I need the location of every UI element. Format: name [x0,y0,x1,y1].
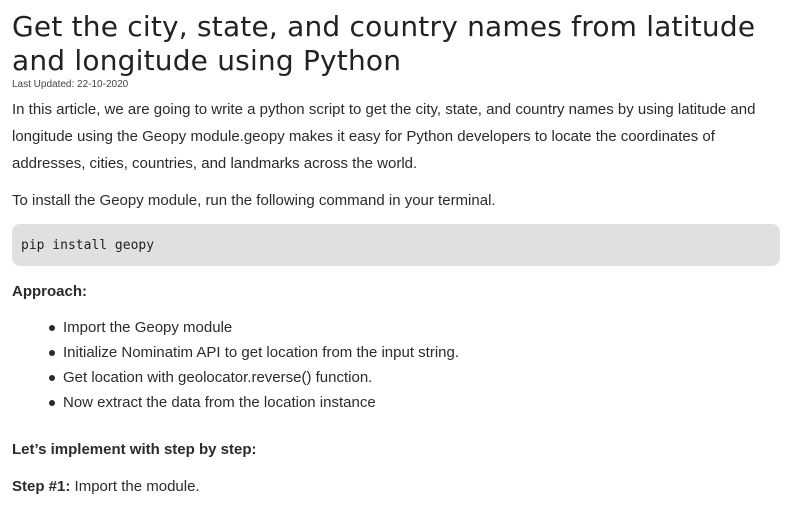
bullet-icon [49,349,55,356]
list-item-text: Initialize Nominatim API to get location… [63,344,460,361]
list-item: Get location with geolocator.reverse() f… [35,365,782,390]
bullet-icon [49,374,55,381]
list-item: Initialize Nominatim API to get location… [35,340,782,365]
implement-heading: Let’s implement with step by step: [12,441,257,458]
install-instruction: To install the Geopy module, run the fol… [12,192,496,209]
intro-paragraph: In this article, we are going to write a… [12,101,756,172]
list-item: Import the Geopy module [35,315,782,340]
bullet-icon [49,324,55,331]
page-title: Get the city, state, and country names f… [12,10,756,77]
code-block[interactable]: pip install geopy [12,224,780,266]
approach-heading: Approach: [12,283,87,300]
step-1-label: Step #1: [12,478,71,495]
step-1-text: Import the module. [74,478,200,495]
list-item: Now extract the data from the location i… [35,390,782,415]
approach-list: Import the Geopy module Initialize Nomin… [12,315,782,415]
list-item-text: Import the Geopy module [63,319,233,336]
bullet-icon [49,399,55,406]
article: Get the city, state, and country names f… [12,0,782,497]
last-updated-date: Last Updated: 22-10-2020 [12,79,129,90]
install-command[interactable]: pip install geopy [21,238,154,253]
list-item-text: Get location with geolocator.reverse() f… [63,369,373,386]
list-item-text: Now extract the data from the location i… [63,394,376,411]
step-1: Step #1: Import the module. [12,477,782,497]
